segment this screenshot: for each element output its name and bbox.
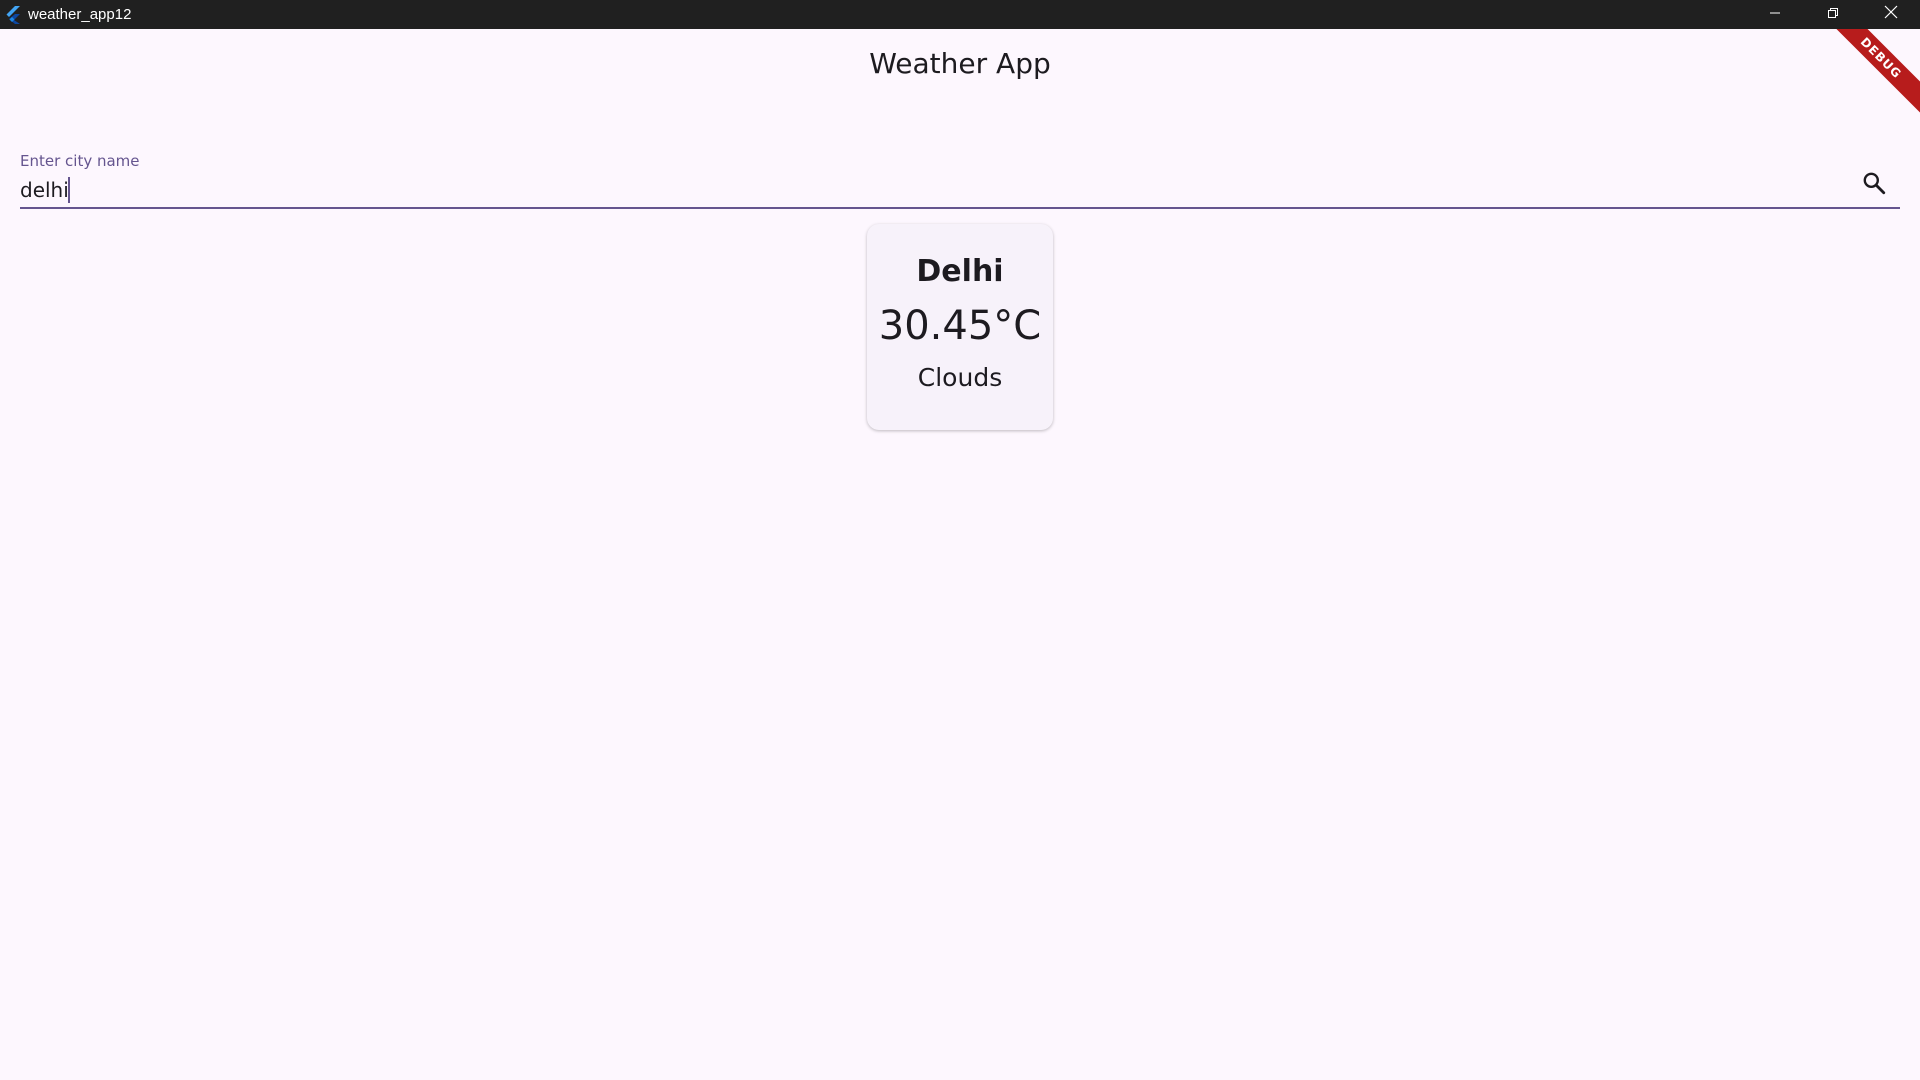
temperature: 30.45°C [878, 303, 1042, 349]
minimize-button[interactable] [1746, 0, 1804, 29]
close-button[interactable] [1862, 0, 1920, 29]
restore-button[interactable] [1804, 0, 1862, 29]
minimize-icon [1769, 6, 1781, 24]
window-controls [1746, 0, 1920, 29]
window-titlebar: weather_app12 [0, 0, 1920, 29]
close-icon [1884, 5, 1898, 24]
weather-card: Delhi 30.45°C Clouds [867, 224, 1053, 430]
flutter-logo-icon [3, 5, 23, 25]
restore-icon [1827, 6, 1839, 24]
city-input[interactable] [20, 176, 1820, 204]
app-body: Weather App DEBUG Enter city name Delhi … [0, 29, 1920, 1080]
city-field-label: Enter city name [20, 152, 140, 170]
search-button[interactable] [1850, 161, 1898, 209]
city-name: Delhi [916, 254, 1004, 289]
weather-condition: Clouds [917, 363, 1003, 392]
search-icon [1861, 170, 1887, 201]
text-caret [68, 177, 70, 203]
page-title: Weather App [869, 47, 1051, 80]
city-search-field: Enter city name [20, 121, 1900, 209]
window-title: weather_app12 [28, 6, 132, 23]
field-underline [20, 207, 1900, 209]
